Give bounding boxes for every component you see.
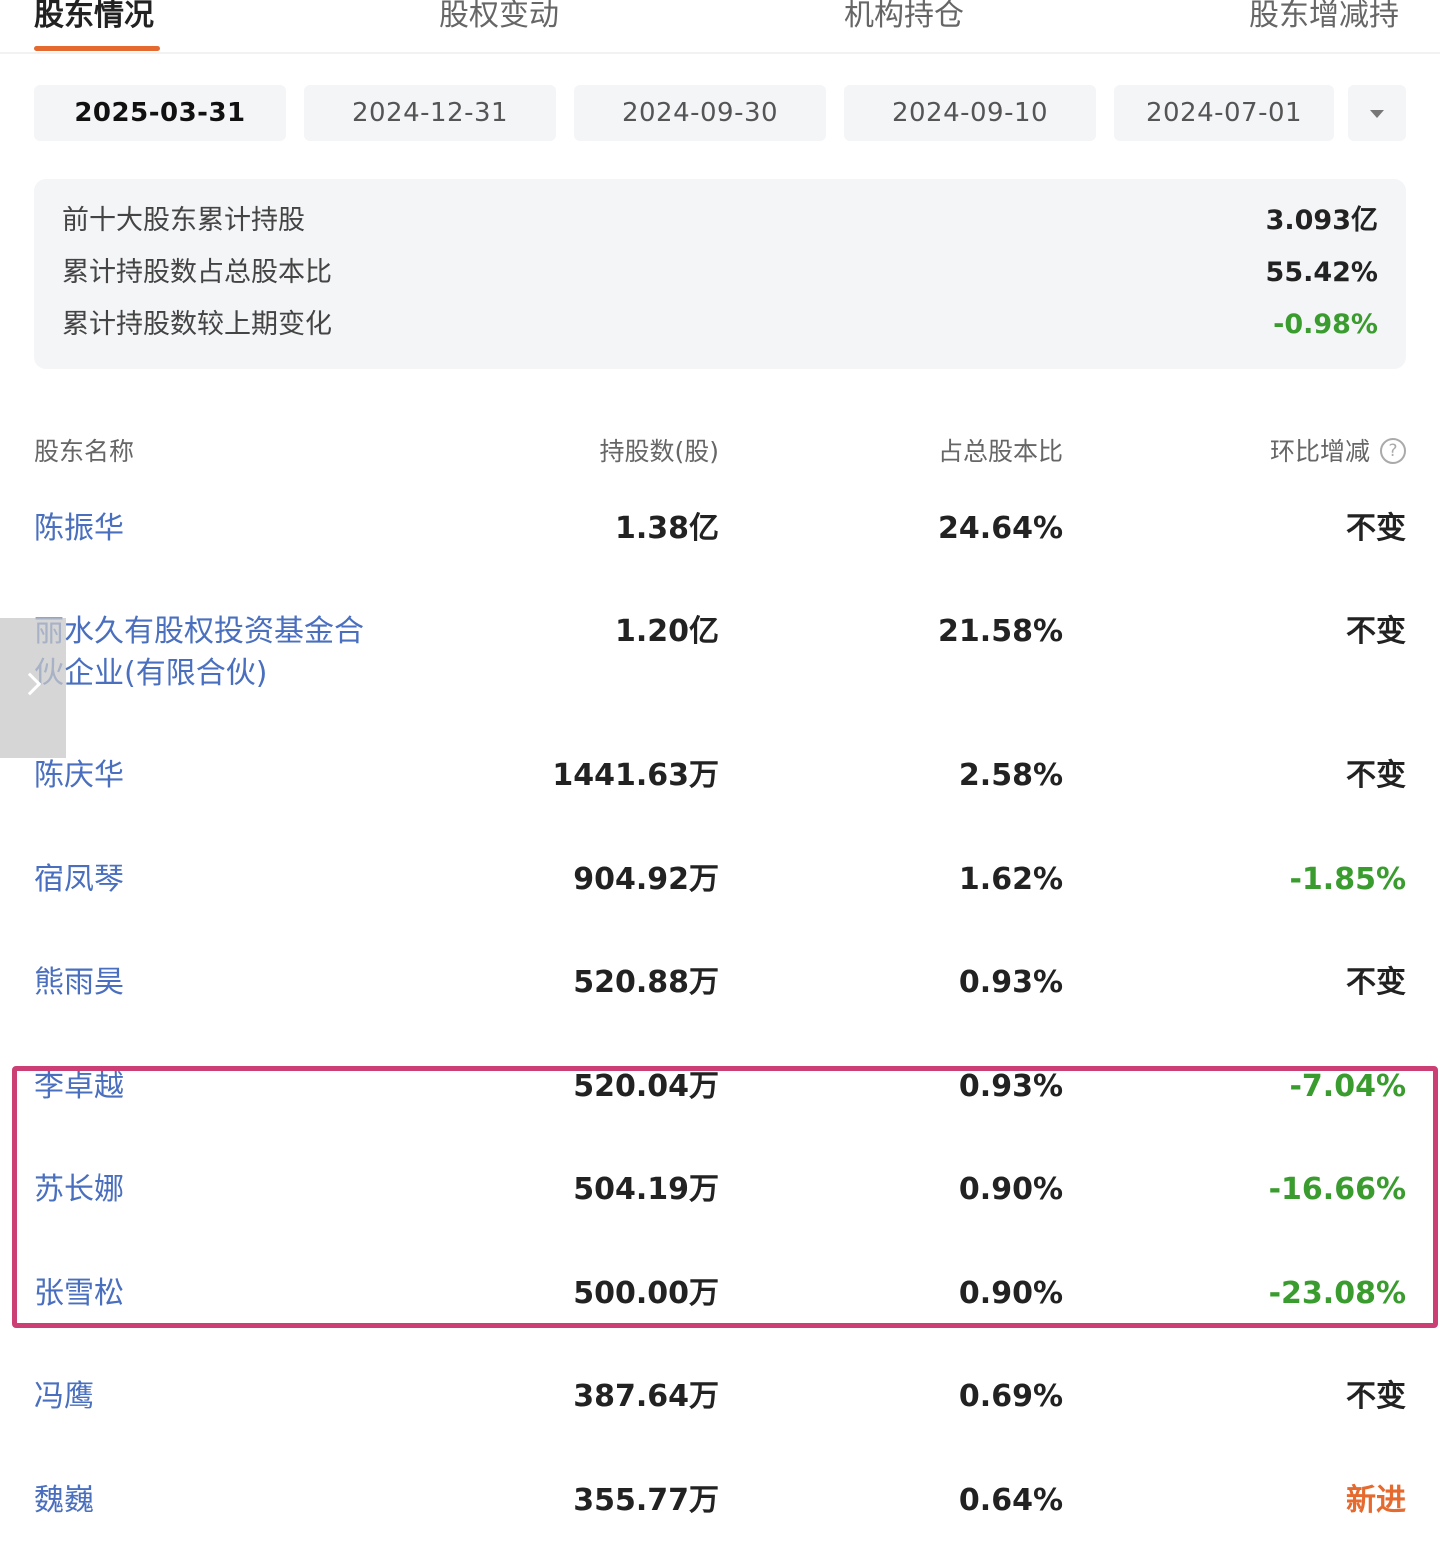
caret-down-icon <box>1370 110 1384 118</box>
summary-value: 55.42% <box>1265 257 1378 288</box>
shares-value: 520.88万 <box>573 965 719 1000</box>
summary-row: 累计持股数占总股本比 55.42% <box>62 253 1378 293</box>
pct-value: 2.58% <box>958 758 1063 793</box>
change-value: 新进 <box>1346 1483 1406 1518</box>
change-value: 不变 <box>1346 614 1406 649</box>
shares-value: 520.04万 <box>573 1069 719 1104</box>
header-shares: 持股数(股) <box>599 437 719 466</box>
shareholder-name-link[interactable]: 张雪松 <box>34 1273 374 1315</box>
side-drawer-handle[interactable] <box>0 618 66 758</box>
table-row[interactable]: 魏巍 355.77万 0.64% 新进 <box>0 1480 1440 1558</box>
tab-equity-change[interactable]: 股权变动 <box>439 0 559 38</box>
header-change-label: 环比增减 <box>1269 437 1370 466</box>
shareholder-name-link[interactable]: 陈庆华 <box>34 755 374 797</box>
shareholder-name-link[interactable]: 丽水久有股权投资基金合伙企业(有限合伙) <box>34 611 364 695</box>
table-row[interactable]: 冯鹰 387.64万 0.69% 不变 <box>0 1376 1440 1466</box>
change-value: -16.66% <box>1268 1172 1406 1207</box>
table-row[interactable]: 李卓越 520.04万 0.93% -7.04% <box>0 1066 1440 1156</box>
shareholder-name-link[interactable]: 陈振华 <box>34 508 374 550</box>
change-value: 不变 <box>1346 965 1406 1000</box>
date-option[interactable]: 2024-12-31 <box>304 85 556 141</box>
date-option[interactable]: 2024-07-01 <box>1114 85 1334 141</box>
header-pct: 占总股本比 <box>937 437 1063 466</box>
shareholder-name-link[interactable]: 苏长娜 <box>34 1169 374 1211</box>
shareholder-name-link[interactable]: 李卓越 <box>34 1066 374 1108</box>
header-name: 股东名称 <box>34 437 135 466</box>
pct-value: 0.93% <box>958 965 1063 1000</box>
pct-value: 24.64% <box>938 511 1063 546</box>
summary-panel: 前十大股东累计持股 3.093亿 累计持股数占总股本比 55.42% 累计持股数… <box>34 179 1406 369</box>
tab-holding-changes[interactable]: 股东增减持 <box>1249 0 1399 38</box>
table-row[interactable]: 张雪松 500.00万 0.90% -23.08% <box>0 1273 1440 1363</box>
pct-value: 1.62% <box>958 862 1063 897</box>
shares-value: 1.38亿 <box>614 511 719 546</box>
shares-value: 1441.63万 <box>552 758 719 793</box>
date-option[interactable]: 2024-09-10 <box>844 85 1096 141</box>
shareholder-page: 股东情况 股权变动 机构持仓 股东增减持 2025-03-31 2024-12-… <box>0 0 1440 1558</box>
pct-value: 0.90% <box>958 1172 1063 1207</box>
table-row[interactable]: 丽水久有股权投资基金合伙企业(有限合伙) 1.20亿 21.58% 不变 <box>0 611 1440 721</box>
summary-row: 累计持股数较上期变化 -0.98% <box>62 305 1378 345</box>
shareholder-name-link[interactable]: 冯鹰 <box>34 1376 374 1418</box>
shares-value: 355.77万 <box>573 1483 719 1518</box>
summary-value: 3.093亿 <box>1265 205 1378 236</box>
change-value: -7.04% <box>1289 1069 1406 1104</box>
shares-value: 500.00万 <box>573 1276 719 1311</box>
pct-value: 0.64% <box>958 1483 1063 1518</box>
pct-value: 0.69% <box>958 1379 1063 1414</box>
header-change: 环比增减? <box>1270 432 1406 472</box>
pct-value: 21.58% <box>938 614 1063 649</box>
change-value: 不变 <box>1346 758 1406 793</box>
change-value: -1.85% <box>1289 862 1406 897</box>
table-row[interactable]: 苏长娜 504.19万 0.90% -16.66% <box>0 1169 1440 1259</box>
date-option[interactable]: 2024-09-30 <box>574 85 826 141</box>
table-row[interactable]: 熊雨昊 520.88万 0.93% 不变 <box>0 962 1440 1052</box>
tab-bar: 股东情况 股权变动 机构持仓 股东增减持 <box>0 0 1440 54</box>
help-icon[interactable]: ? <box>1380 438 1406 464</box>
table-row[interactable]: 陈振华 1.38亿 24.64% 不变 <box>0 508 1440 598</box>
shares-value: 387.64万 <box>573 1379 719 1414</box>
shareholder-name-link[interactable]: 魏巍 <box>34 1480 374 1522</box>
change-value: -23.08% <box>1268 1276 1406 1311</box>
shareholder-name-link[interactable]: 熊雨昊 <box>34 962 374 1004</box>
table-row[interactable]: 宿凤琴 904.92万 1.62% -1.85% <box>0 859 1440 949</box>
tab-institution-holdings[interactable]: 机构持仓 <box>844 0 964 38</box>
summary-value: -0.98% <box>1273 309 1378 340</box>
summary-label: 累计持股数占总股本比 <box>62 257 332 288</box>
date-option[interactable]: 2025-03-31 <box>34 85 286 141</box>
shares-value: 904.92万 <box>573 862 719 897</box>
shares-value: 504.19万 <box>573 1172 719 1207</box>
active-tab-indicator <box>34 46 160 51</box>
pct-value: 0.90% <box>958 1276 1063 1311</box>
date-dropdown-button[interactable] <box>1348 85 1406 141</box>
shareholder-name-link[interactable]: 宿凤琴 <box>34 859 374 901</box>
change-value: 不变 <box>1346 511 1406 546</box>
table-row[interactable]: 陈庆华 1441.63万 2.58% 不变 <box>0 755 1440 845</box>
chevron-right-icon <box>18 672 42 696</box>
change-value: 不变 <box>1346 1379 1406 1414</box>
shares-value: 1.20亿 <box>614 614 719 649</box>
summary-label: 累计持股数较上期变化 <box>62 309 332 340</box>
pct-value: 0.93% <box>958 1069 1063 1104</box>
summary-row: 前十大股东累计持股 3.093亿 <box>62 201 1378 241</box>
summary-label: 前十大股东累计持股 <box>62 205 305 236</box>
tab-shareholders[interactable]: 股东情况 <box>34 0 154 38</box>
